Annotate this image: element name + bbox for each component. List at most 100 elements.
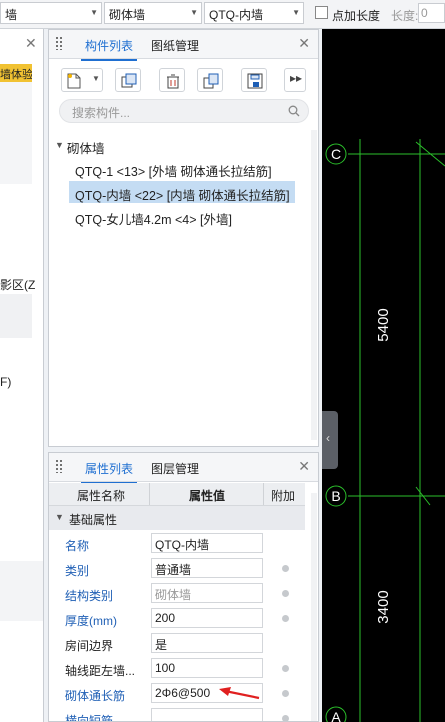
scrollbar[interactable] [311, 493, 317, 721]
close-icon[interactable]: ✕ [25, 35, 37, 52]
property-value-field[interactable] [151, 708, 263, 721]
property-value-field[interactable]: 砌体墙 [151, 583, 263, 603]
property-value-field[interactable]: 200 [151, 608, 263, 628]
add-length-checkbox[interactable] [315, 6, 328, 19]
left-list-area [0, 82, 32, 184]
property-label: 房间边界 [65, 639, 114, 653]
extra-dot[interactable] [282, 665, 289, 672]
double-chevron-right-icon: ▸▸ [290, 71, 303, 85]
trash-icon [167, 74, 179, 89]
header-property-value: 属性值 [189, 489, 226, 503]
new-component-button[interactable]: ▼ [61, 68, 103, 92]
drag-grip-icon[interactable] [55, 36, 63, 50]
left-partial-panel: ✕ 墙体验 影区(Z F) [0, 29, 44, 722]
property-value: 是 [155, 638, 168, 652]
expand-arrow-icon: ▼ [55, 512, 64, 522]
element-type-value: 墙 [5, 8, 18, 22]
property-value: 2Φ6@500 [155, 686, 211, 700]
extra-dot[interactable] [282, 690, 289, 697]
left-block [0, 294, 32, 338]
copy-button[interactable] [115, 68, 141, 92]
add-length-label: 点加长度 [332, 9, 381, 23]
extra-dot[interactable] [282, 590, 289, 597]
red-arrow-annotation-icon [219, 687, 260, 700]
property-label: 横向短筋 [65, 714, 114, 722]
tab-component-list[interactable]: 构件列表 [80, 37, 138, 61]
element-subtype-value: 砌体墙 [109, 8, 146, 22]
component-select[interactable]: QTQ-内墙 ▼ [204, 2, 304, 24]
extra-dot[interactable] [282, 615, 289, 622]
property-label: 轴线距左墙... [65, 664, 136, 678]
property-row-name: 名称 QTQ-内墙 [49, 531, 305, 556]
property-value-field[interactable]: QTQ-内墙 [151, 533, 263, 553]
tree-item-qtq-parapet[interactable]: QTQ-女儿墙4.2m <4> [外墙] [75, 209, 232, 228]
scrollbar[interactable] [311, 130, 317, 440]
component-panel-tabbar: 构件列表 图纸管理 ✕ [49, 30, 318, 61]
length-value: 0 [421, 6, 428, 20]
extra-dot[interactable] [282, 565, 289, 572]
property-label: 厚度(mm) [65, 614, 117, 628]
property-value-field[interactable]: 是 [151, 633, 263, 653]
property-table-header: 属性名称 属性值 附加 [49, 483, 305, 506]
collapse-panel-handle[interactable]: ‹ [322, 411, 338, 469]
header-divider [263, 483, 264, 505]
close-icon[interactable]: ✕ [298, 35, 310, 52]
header-divider [149, 483, 150, 505]
chevron-down-icon: ▼ [190, 8, 198, 17]
left-block-2 [0, 561, 43, 621]
element-type-select[interactable]: 墙 ▼ [0, 2, 102, 24]
search-placeholder: 搜索构件... [72, 106, 131, 120]
save-button[interactable] [241, 68, 267, 92]
axis-label-c: C [331, 146, 341, 162]
property-value: 砌体墙 [155, 588, 192, 602]
property-value: 200 [155, 611, 176, 625]
property-value-field[interactable]: 普通墙 [151, 558, 263, 578]
property-value: 100 [155, 661, 176, 675]
component-value: QTQ-内墙 [209, 8, 263, 22]
group-label: 基础属性 [69, 513, 118, 527]
check-badge[interactable]: 墙体验 [0, 64, 32, 82]
drag-grip-icon[interactable] [55, 459, 63, 473]
tab-property-list[interactable]: 属性列表 [80, 460, 138, 484]
element-subtype-select[interactable]: 砌体墙 ▼ [104, 2, 202, 24]
extra-dot[interactable] [282, 715, 289, 721]
chevron-down-icon: ▼ [90, 8, 98, 17]
tree-item-qtq-inner-wall[interactable]: QTQ-内墙 <22> [内墙 砌体通长拉结筋] [75, 185, 290, 204]
layers-copy-icon [203, 73, 219, 89]
drawing-canvas[interactable]: C B A 5400 3400 ‹ [322, 29, 445, 722]
dimension-text-3400: 3400 [375, 590, 392, 623]
header-extra: 附加 [271, 489, 296, 503]
axis-label-a: A [331, 709, 341, 722]
delete-button[interactable] [159, 68, 185, 92]
expand-arrow-icon[interactable]: ▼ [55, 140, 64, 150]
length-label: 长度: [391, 9, 419, 23]
left-text-f: F) [0, 375, 12, 389]
copy-to-button[interactable] [197, 68, 223, 92]
search-input[interactable]: 搜索构件... [59, 99, 309, 123]
property-group-basic[interactable]: ▼ 基础属性 [49, 506, 305, 530]
property-value-field[interactable]: 100 [151, 658, 263, 678]
chevron-down-icon: ▼ [92, 74, 100, 83]
tree-item-qtq-1[interactable]: QTQ-1 <13> [外墙 砌体通长拉结筋] [75, 161, 272, 180]
property-label: 名称 [65, 539, 90, 553]
top-toolbar: 墙 ▼ 砌体墙 ▼ QTQ-内墙 ▼ 点加长度 长度: 0 [0, 0, 445, 29]
drawing-svg: C B A 5400 3400 [325, 139, 445, 722]
chevron-left-icon: ‹ [326, 431, 330, 445]
left-text-shadow-area: 影区(Z [0, 278, 36, 292]
tab-drawing-management[interactable]: 图纸管理 [151, 37, 199, 54]
tree-group-masonry-wall[interactable]: 砌体墙 [67, 138, 105, 157]
copy-icon [121, 73, 137, 88]
close-icon[interactable]: ✕ [298, 458, 310, 475]
more-button[interactable]: ▸▸ [284, 68, 306, 92]
check-badge-label: 墙体验 [0, 69, 32, 81]
tab-layer-management[interactable]: 图层管理 [151, 460, 199, 477]
property-label: 类别 [65, 564, 90, 578]
property-value: QTQ-内墙 [155, 538, 209, 552]
save-icon [247, 73, 263, 89]
new-file-icon [67, 73, 81, 89]
property-row-axis-offset: 轴线距左墙... 100 [49, 656, 305, 681]
property-row-category: 类别 普通墙 [49, 556, 305, 581]
property-label: 结构类别 [65, 589, 114, 603]
length-input[interactable]: 0 [418, 3, 445, 23]
component-list-panel: 构件列表 图纸管理 ✕ ▼ ▸▸ 搜索构件... ▼ 砌体墙 QTQ-1 <13… [48, 29, 319, 447]
